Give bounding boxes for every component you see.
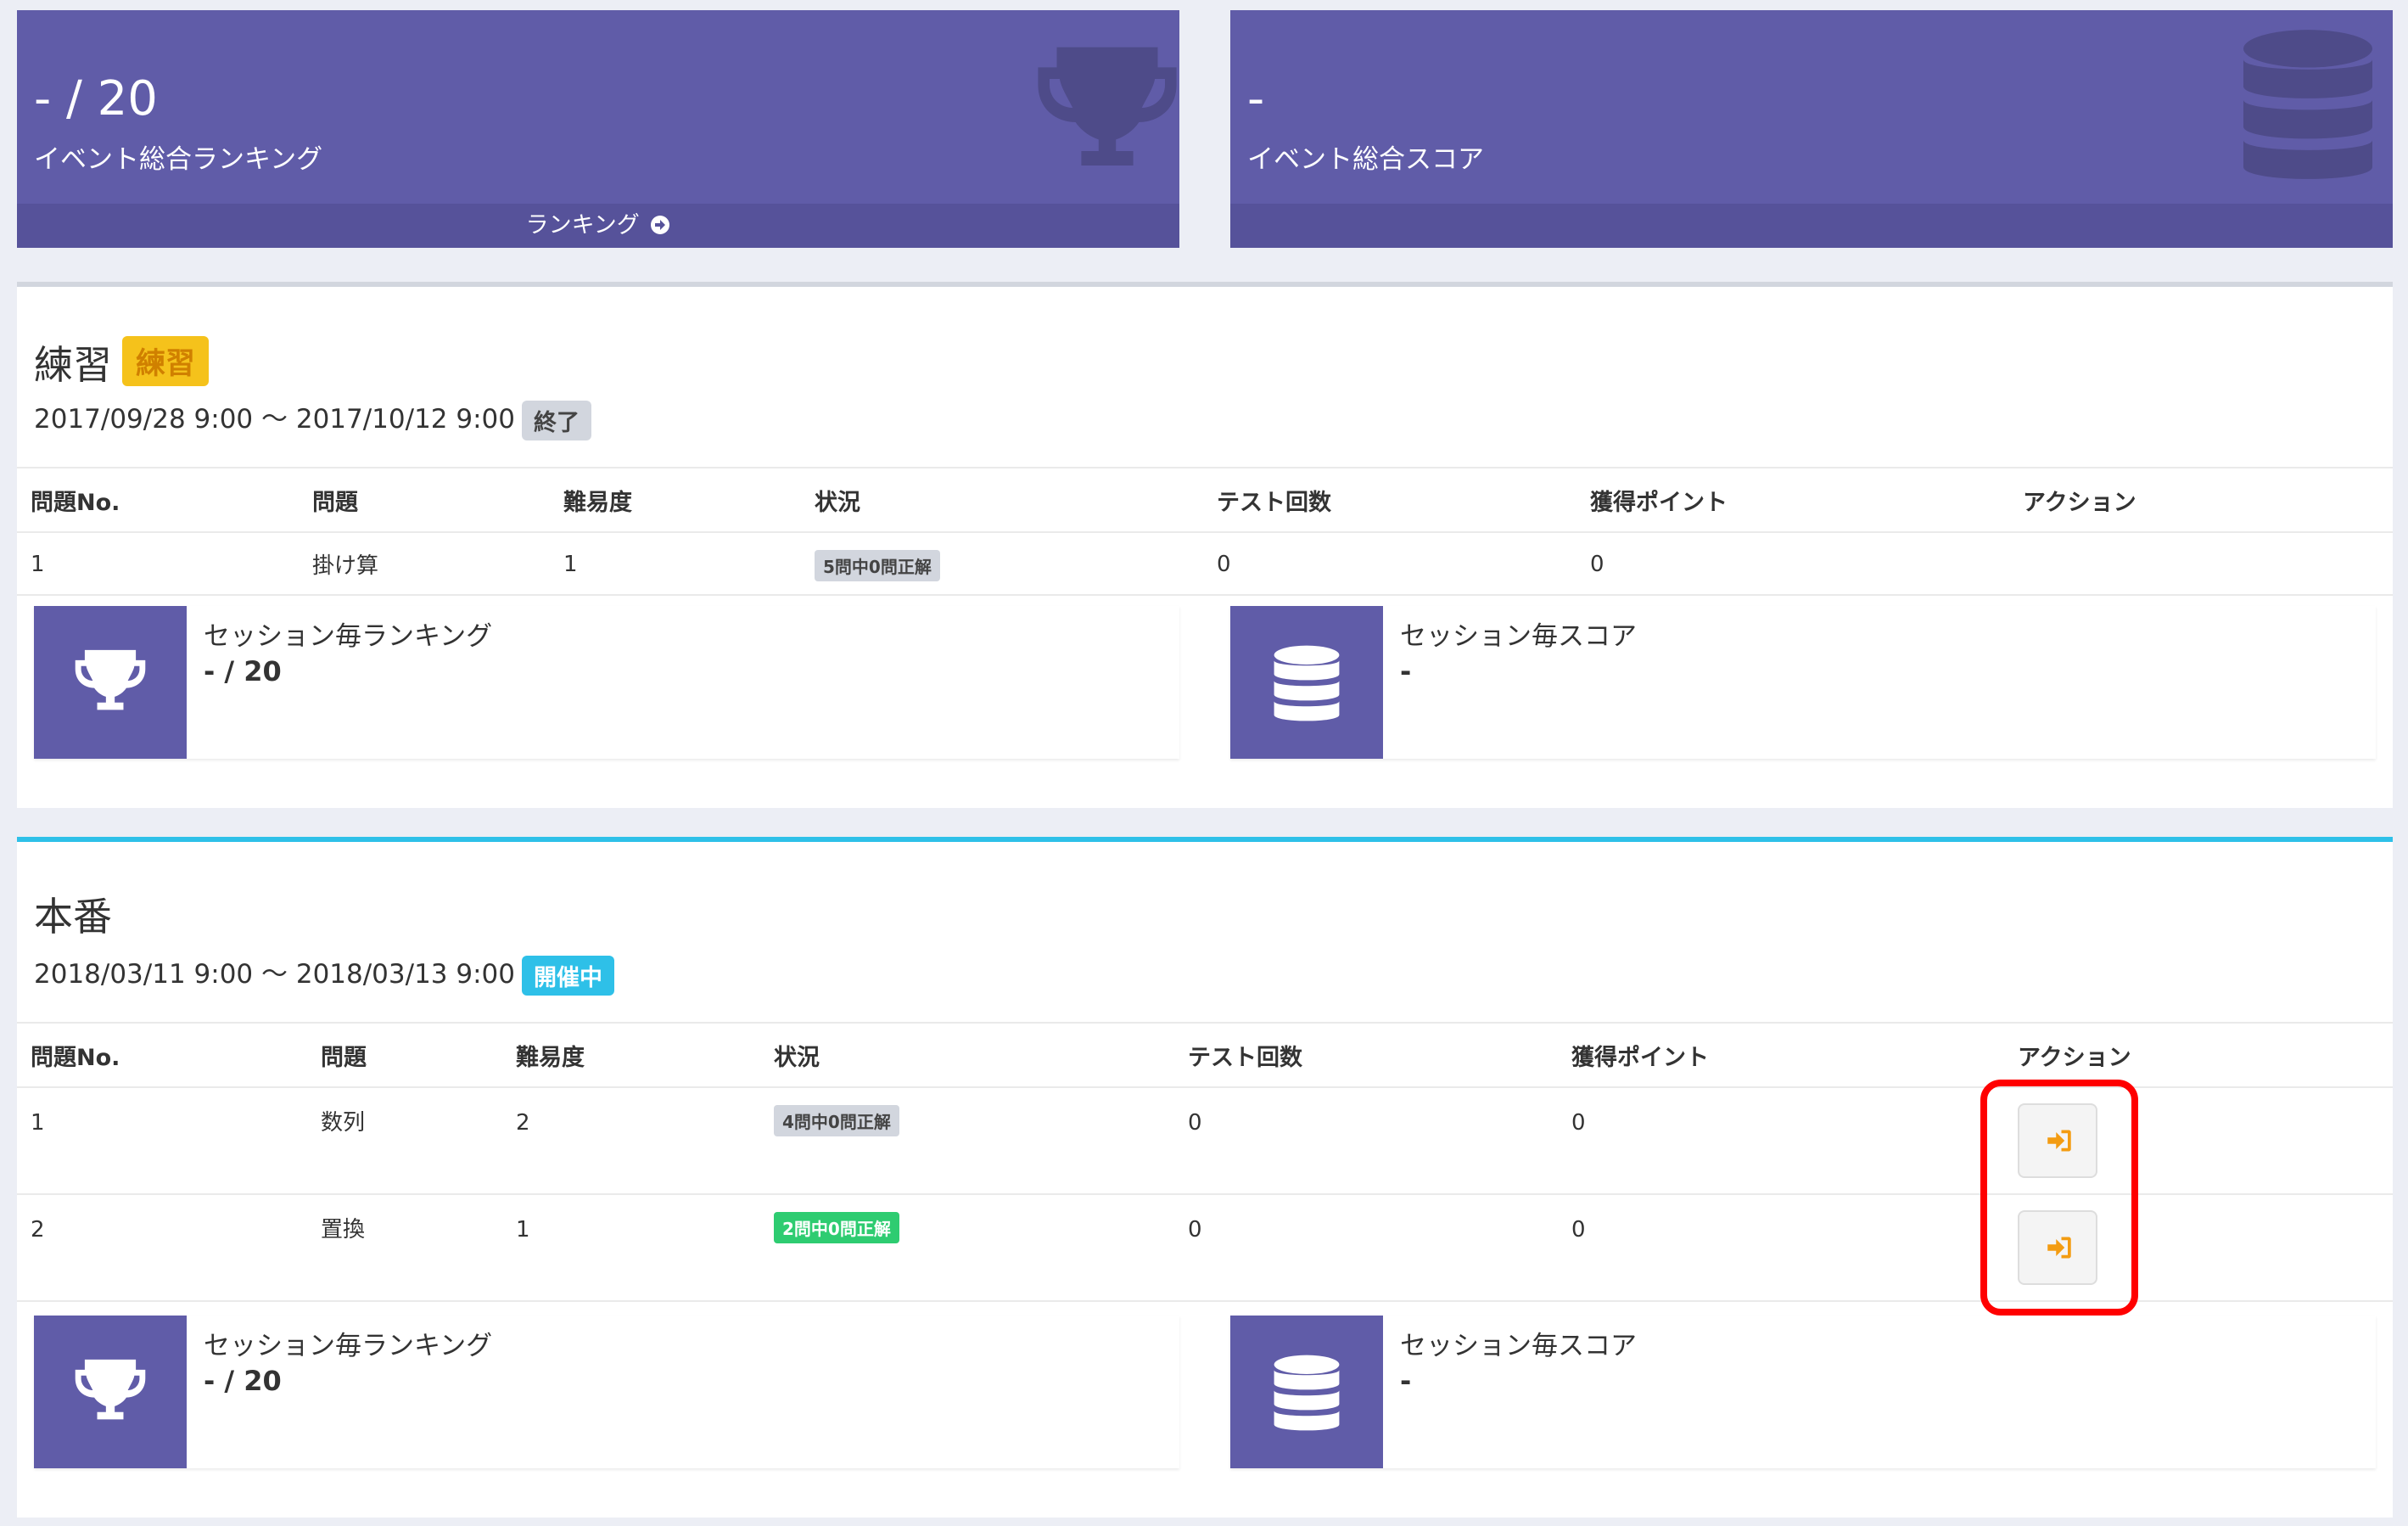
problem-name: 数列 bbox=[321, 1110, 366, 1136]
problem-no: 1 bbox=[31, 1110, 45, 1136]
problem-no: 2 bbox=[31, 1217, 45, 1243]
session-period-text: 2017/09/28 9:00 〜 2017/10/12 9:00 bbox=[34, 404, 515, 435]
table-header-row: 問題No. 問題 難易度 状況 テスト回数 獲得ポイント アクション bbox=[17, 1022, 2393, 1088]
database-icon bbox=[1274, 1355, 1340, 1431]
problem-name: 置換 bbox=[321, 1217, 366, 1243]
session-score-value: - bbox=[1400, 655, 1412, 687]
session-score-icon-bg bbox=[1230, 606, 1383, 759]
event-score-value: - bbox=[1247, 71, 1265, 126]
session-panel-practice: 練習 練習 2017/09/28 9:00 〜 2017/10/12 9:00 終了… bbox=[17, 282, 2393, 808]
highlight-annotation bbox=[1980, 1080, 2138, 1316]
problem-no: 1 bbox=[31, 552, 45, 577]
header-action: アクション bbox=[2009, 467, 2393, 533]
problem-tests: 0 bbox=[1188, 1110, 1202, 1136]
problem-difficulty: 1 bbox=[516, 1217, 530, 1243]
event-ranking-value: - / 20 bbox=[34, 71, 158, 126]
problem-action bbox=[2009, 532, 2393, 596]
session-type-badge: 練習 bbox=[122, 336, 210, 386]
session-ranking-box: セッション毎ランキング - / 20 bbox=[34, 606, 1179, 759]
table-header-row: 問題No. 問題 難易度 状況 テスト回数 獲得ポイント アクション bbox=[17, 467, 2393, 533]
header-difficulty: 難易度 bbox=[550, 467, 801, 533]
problem-difficulty: 1 bbox=[563, 552, 578, 577]
session-score-box: セッション毎スコア - bbox=[1230, 1316, 2376, 1468]
session-period: 2018/03/11 9:00 〜 2018/03/13 9:00 開催中 bbox=[34, 952, 614, 996]
session-score-box: セッション毎スコア - bbox=[1230, 606, 2376, 759]
event-ranking-box: - / 20 イベント総合ランキング ランキング bbox=[17, 10, 1179, 248]
event-score-label: イベント総合スコア bbox=[1247, 144, 1484, 175]
ranking-link[interactable]: ランキング bbox=[17, 204, 1179, 248]
header-difficulty: 難易度 bbox=[502, 1022, 760, 1088]
session-ranking-value: - / 20 bbox=[204, 655, 282, 687]
problem-points: 0 bbox=[1571, 1110, 1586, 1136]
session-ranking-icon-bg bbox=[34, 606, 187, 759]
header-no: 問題No. bbox=[17, 467, 299, 533]
session-score-label: セッション毎スコア bbox=[1400, 621, 1637, 652]
trophy-icon bbox=[75, 649, 146, 710]
problem-tests: 0 bbox=[1188, 1217, 1202, 1243]
table-row: 1 掛け算 1 5問中0問正解 0 0 bbox=[17, 532, 2393, 596]
session-ranking-label: セッション毎ランキング bbox=[204, 621, 493, 652]
event-score-box: - イベント総合スコア bbox=[1230, 10, 2393, 248]
header-no: 問題No. bbox=[17, 1022, 307, 1088]
session-ranking-value: - / 20 bbox=[204, 1365, 282, 1397]
problem-points: 0 bbox=[1590, 552, 1604, 577]
database-icon bbox=[2243, 30, 2372, 179]
header-status: 状況 bbox=[801, 467, 1203, 533]
header-tests: テスト回数 bbox=[1174, 1022, 1558, 1088]
session-score-icon-bg bbox=[1230, 1316, 1383, 1468]
problem-status-badge: 2問中0問正解 bbox=[774, 1212, 899, 1243]
session-period-text: 2018/03/11 9:00 〜 2018/03/13 9:00 bbox=[34, 959, 515, 990]
session-title: 練習 練習 bbox=[34, 334, 210, 390]
problem-table: 問題No. 問題 難易度 状況 テスト回数 獲得ポイント アクション 1 掛け算… bbox=[17, 467, 2393, 596]
header-problem: 問題 bbox=[299, 467, 550, 533]
header-action: アクション bbox=[2004, 1022, 2393, 1088]
problem-status-badge: 5問中0問正解 bbox=[815, 550, 940, 581]
problem-status-badge: 4問中0問正解 bbox=[774, 1105, 899, 1136]
score-box-footer bbox=[1230, 204, 2393, 248]
problem-tests: 0 bbox=[1217, 552, 1231, 577]
session-title-text: 練習 bbox=[34, 342, 112, 388]
session-title-text: 本番 bbox=[34, 894, 112, 940]
trophy-icon bbox=[75, 1359, 146, 1420]
problem-points: 0 bbox=[1571, 1217, 1586, 1243]
header-problem: 問題 bbox=[307, 1022, 502, 1088]
session-ranking-box: セッション毎ランキング - / 20 bbox=[34, 1316, 1179, 1468]
session-ranking-icon-bg bbox=[34, 1316, 187, 1468]
session-period: 2017/09/28 9:00 〜 2017/10/12 9:00 終了 bbox=[34, 397, 591, 440]
session-score-label: セッション毎スコア bbox=[1400, 1331, 1637, 1361]
ranking-link-label: ランキング bbox=[525, 212, 640, 238]
problem-name: 掛け算 bbox=[312, 553, 379, 579]
database-icon bbox=[1274, 645, 1340, 721]
trophy-icon bbox=[1038, 47, 1177, 166]
arrow-circle-right-icon bbox=[651, 216, 670, 234]
session-status-badge: 終了 bbox=[522, 401, 591, 440]
header-points: 獲得ポイント bbox=[1576, 467, 2009, 533]
session-ranking-label: セッション毎ランキング bbox=[204, 1331, 493, 1361]
header-points: 獲得ポイント bbox=[1558, 1022, 2004, 1088]
session-status-badge: 開催中 bbox=[522, 956, 614, 996]
event-ranking-label: イベント総合ランキング bbox=[34, 144, 323, 175]
session-score-value: - bbox=[1400, 1365, 1412, 1397]
problem-difficulty: 2 bbox=[516, 1110, 530, 1136]
session-title: 本番 bbox=[34, 886, 112, 942]
header-tests: テスト回数 bbox=[1203, 467, 1576, 533]
header-status: 状況 bbox=[760, 1022, 1174, 1088]
